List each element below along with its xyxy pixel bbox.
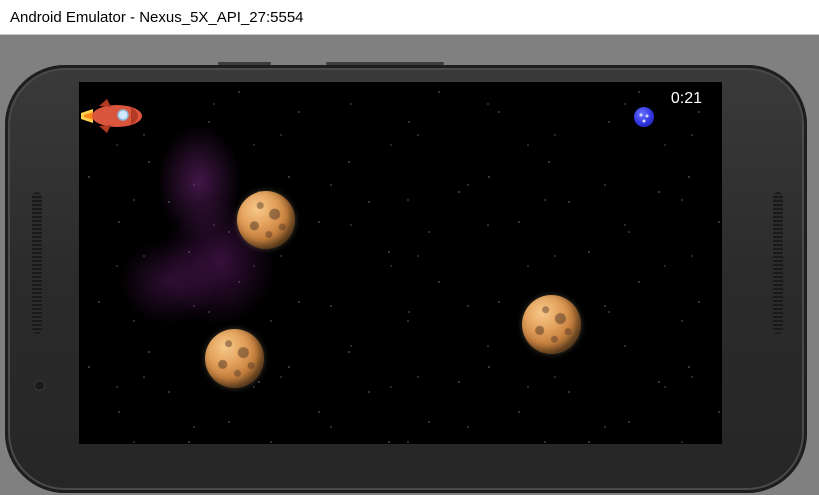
speaker-grille-left: [32, 192, 42, 334]
asteroid-icon: [237, 191, 295, 249]
phone-side-button: [218, 62, 271, 65]
game-screen[interactable]: 0:21: [79, 82, 722, 444]
speaker-grille-right: [773, 192, 783, 334]
window-title-bar: Android Emulator - Nexus_5X_API_27:5554: [0, 0, 819, 35]
phone-side-button: [326, 62, 444, 65]
window-title: Android Emulator - Nexus_5X_API_27:5554: [10, 9, 304, 26]
blue-orb-icon[interactable]: [634, 107, 654, 127]
front-camera: [35, 381, 44, 390]
nebula: [109, 112, 329, 342]
asteroid-icon: [522, 295, 581, 354]
rocket-icon[interactable]: [79, 97, 145, 135]
game-timer: 0:21: [670, 90, 702, 107]
asteroid-icon: [205, 329, 264, 388]
